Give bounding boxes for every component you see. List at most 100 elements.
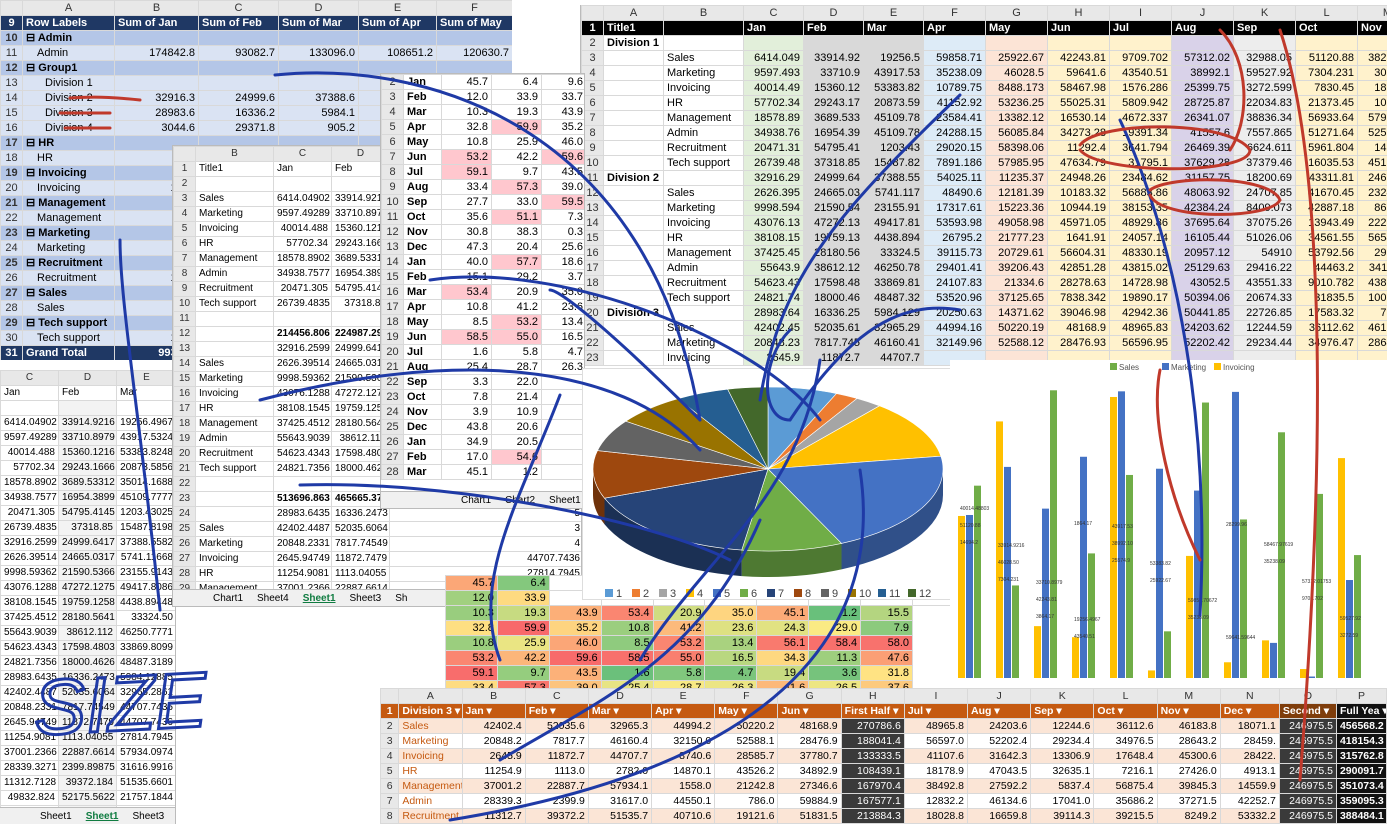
value-cell[interactable]: 55.0 [491,329,542,345]
sheet-cell[interactable]: 42402.4487 [0,685,59,701]
sheet-cell[interactable]: 8488.173 [985,80,1048,96]
month-cell[interactable]: Jul [403,164,442,180]
pivot-cell[interactable]: ⊟ Invoicing [22,165,115,181]
heatmap-cell[interactable]: 10.8 [600,620,654,636]
sheet-cell[interactable]: 32965.29 [863,320,924,336]
bar[interactable] [1316,493,1323,678]
sheet-cell[interactable]: 16035.53 [1295,155,1358,171]
sheet-cell[interactable]: 54795.4145 [58,505,117,521]
column-letter[interactable]: F [436,0,512,16]
sheet-cell[interactable]: 31795.1 [1109,155,1172,171]
column-letter[interactable]: J [967,688,1032,704]
table-cell[interactable]: 12244.6 [1030,718,1095,734]
table-cell[interactable]: 290091.7 [1335,763,1387,779]
table-header-cell[interactable]: Mar ▾ [587,703,653,719]
sheet-cell[interactable]: 32916.29 [743,170,804,186]
table-cell[interactable]: 14870.1 [651,763,716,779]
sheet-cell[interactable]: 32965.2861 [116,685,175,701]
sheet-cell[interactable]: 33710.9 [803,65,864,81]
heatmap-cell[interactable]: 8.5 [600,635,654,651]
sheet-cell[interactable]: 35238.09 [923,65,986,81]
bar[interactable] [1110,396,1117,678]
sheet-cell[interactable]: 16336.2473 [58,670,117,686]
sheet-cell[interactable]: 35014.1688 [116,475,175,491]
table-header-cell[interactable]: Jul ▾ [903,703,969,719]
sheet-cell[interactable]: 24821.7356 [273,461,332,477]
sheet-cell[interactable] [195,506,274,522]
table-cell[interactable]: 213884.3 [840,808,905,824]
sheet-cell[interactable]: 11312.7128 [0,775,59,791]
sheet-cell[interactable]: 32149.96 [923,335,986,351]
sheet-cell[interactable]: Sales [195,356,274,372]
table-cell[interactable]: 43526.2 [714,763,779,779]
corner-cell[interactable] [173,146,196,162]
heatmap-cell[interactable]: 33.9 [496,590,550,606]
sheet-cell[interactable]: Division 3 [603,305,664,321]
sheet-cell[interactable] [1357,35,1387,51]
sheet-cell[interactable]: 22726.85 [1233,305,1296,321]
table-cell[interactable]: 246975.5 [1278,763,1337,779]
heatmap-cell[interactable]: 53.2 [445,650,498,666]
bar[interactable] [1148,670,1155,678]
sheet-cell[interactable]: 26739.4835 [0,520,59,536]
value-cell[interactable]: 13.4 [541,314,584,330]
row-number[interactable]: 19 [381,329,404,345]
sheet-cell[interactable]: 48929.86 [1109,215,1172,231]
bar[interactable] [1004,466,1011,678]
row-number[interactable]: 5 [380,763,400,779]
sheet-cell[interactable]: 33869.8099 [116,640,175,656]
sheet-cell[interactable]: 44707.7 [863,350,924,366]
sheet-cell[interactable]: 51120.88 [1295,50,1358,66]
table-cell[interactable]: 28585.7 [714,748,779,764]
sheet-cell[interactable]: 24948.26 [1047,170,1110,186]
table-cell[interactable]: 28339.3 [461,793,526,809]
sheet-cell[interactable]: 29401.41 [923,260,986,276]
heatmap-cell[interactable]: 45.7 [445,575,498,591]
sheet-cell[interactable]: 1576.286 [1109,80,1172,96]
pivot-cell[interactable]: Grand Total [22,345,115,360]
table-cell[interactable]: 44994.2 [651,718,716,734]
sheet-cell[interactable]: 34938.76 [743,125,804,141]
sheet-cell[interactable]: 10789.75 [923,80,986,96]
column-letter[interactable]: A [603,5,664,21]
heatmap-cell[interactable]: 1.2 [808,605,862,621]
table-cell[interactable]: 18178.9 [903,763,969,779]
sheet-cell[interactable]: 32988.05 [1233,50,1296,66]
bar[interactable] [1164,631,1171,678]
row-number[interactable]: 13 [381,239,404,255]
table-cell[interactable]: 31642.3 [967,748,1032,764]
pivot-cell[interactable]: Division 1 [22,75,115,91]
pivot-cell[interactable]: ⊟ Sales [22,285,115,301]
table-cell[interactable]: 39845.3 [1156,778,1221,794]
sheet-cell[interactable]: 43076.1288 [273,386,332,402]
bar[interactable] [1034,626,1041,678]
table-cell[interactable]: 246975.5 [1278,808,1337,824]
row-number[interactable]: 4 [381,104,404,120]
row-number[interactable]: 13 [0,75,23,91]
sheet-cell[interactable]: 1203.43 [863,140,924,156]
value-cell[interactable]: 47.3 [441,239,492,255]
heatmap-cell[interactable]: 11.3 [808,650,862,666]
table-header-cell[interactable]: Apr ▾ [651,703,716,719]
sheet-cell[interactable]: 28180.5641 [58,610,117,626]
table-cell[interactable]: 39215.5 [1093,808,1158,824]
sheet-cell[interactable]: 9709.702 [1109,50,1172,66]
pivot-header-cell[interactable]: Sum of Apr [358,15,437,31]
heatmap-cell[interactable]: 7.9 [860,620,914,636]
sheet-cell[interactable]: 28278.63 [1047,275,1110,291]
table-cell[interactable]: 246975.5 [1278,718,1337,734]
sheet-tab[interactable]: Sheet1 [303,593,336,604]
bar[interactable] [1050,390,1057,678]
table-cell[interactable]: 47043.5 [967,763,1032,779]
bar[interactable] [1270,642,1277,678]
row-number[interactable]: 14 [173,356,196,372]
heatmap-cell[interactable]: 58.5 [600,650,654,666]
table-cell[interactable]: 52202.4 [967,733,1032,749]
heatmap-cell[interactable]: 41.2 [652,620,706,636]
sheet-cell[interactable] [603,290,664,306]
sheet-cell[interactable]: 2972.03 [1357,245,1387,261]
sheet-cell[interactable]: 45109.7777 [116,490,175,506]
value-cell[interactable] [541,404,584,420]
sheet-cell[interactable]: 12244.59 [1233,320,1296,336]
sheet-cell[interactable]: 59858.71 [923,50,986,66]
